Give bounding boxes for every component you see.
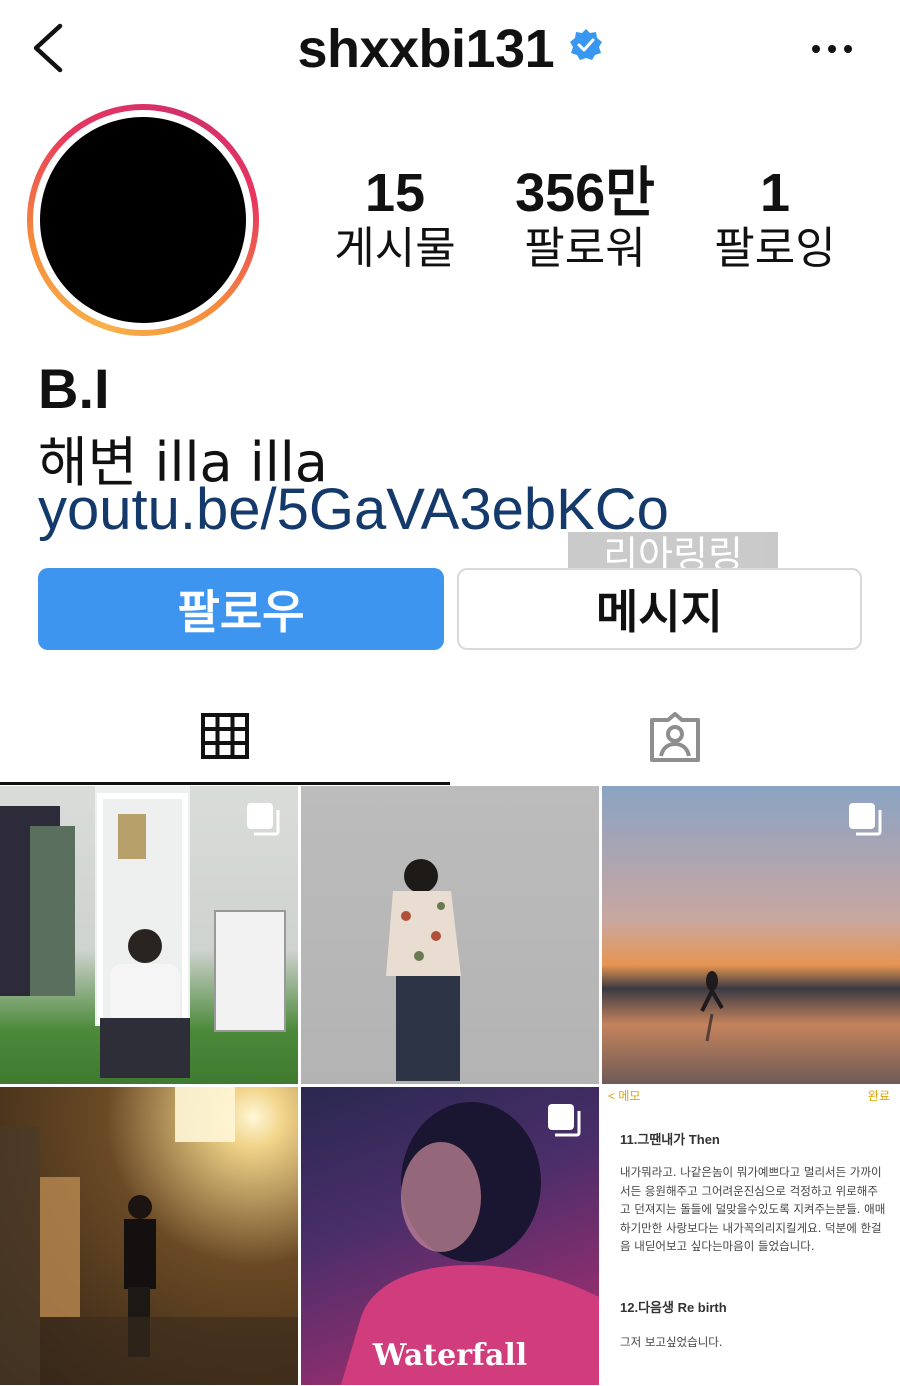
multiple-posts-icon [849,803,882,836]
stat-followers-count: 356만 [515,163,655,223]
post-image [386,859,461,1081]
follow-button[interactable]: 팔로우 [38,568,444,650]
tab-posts-grid[interactable] [0,690,450,785]
stat-posts-label: 게시물 [334,223,456,274]
stat-following-label: 팔로잉 [714,223,836,274]
post-thumbnail[interactable] [0,1087,298,1385]
profile-stats: 15 게시물 356만 팔로워 1 팔로잉 [300,165,870,277]
stat-posts-count: 15 [364,163,426,223]
memo-back: < 메모 [608,1089,641,1103]
story-ring[interactable] [27,104,259,336]
post-image [0,1087,298,1385]
post-thumbnail[interactable]: < 메모 완료 11.그땐내가 Then 내가뭐라고. 나같은놈이 뭐가예쁘다고… [602,1087,900,1385]
username-title: shxxbi131 [297,19,555,79]
memo-done: 완료 [867,1089,890,1103]
post-thumbnail[interactable]: Waterfall [301,1087,599,1385]
stat-posts[interactable]: 15 게시물 [310,165,480,277]
album-title: Waterfall [372,1338,528,1373]
tagged-person-icon [650,711,700,762]
stat-following-count: 1 [759,163,791,223]
stat-following[interactable]: 1 팔로잉 [690,165,860,277]
memo-title: 11.그땐내가 Then [620,1132,720,1147]
post-thumbnail[interactable] [301,786,599,1084]
profile-name: B.I [38,357,110,420]
memo-body-2: 그저 보고싶었습니다. [620,1335,723,1349]
more-horizontal-icon[interactable] [808,34,856,64]
profile-tabs [0,690,900,785]
tab-tagged[interactable] [450,690,900,785]
posts-grid: Waterfall < 메모 완료 11.그땐내가 Then 내가뭐라고. 나같… [0,786,900,1386]
post-thumbnail[interactable] [0,786,298,1084]
multiple-posts-icon [548,1104,581,1137]
profile-header: shxxbi131 [0,0,900,100]
memo-title-2: 12.다음생 Re birth [620,1300,727,1315]
stat-followers-label: 팔로워 [524,223,646,274]
verified-badge-icon [569,29,602,60]
grid-icon [201,713,249,759]
header-title: shxxbi131 [0,18,900,80]
message-button[interactable]: 메시지 [457,568,862,650]
avatar[interactable] [40,117,246,323]
post-thumbnail[interactable] [602,786,900,1084]
memo-body: 내가뭐라고. 나같은놈이 뭐가예쁘다고 멀리서든 가까이서든 응원해주고 그어려… [620,1165,886,1253]
memo-toolbar: < 메모 완료 [602,1087,900,1105]
stat-followers[interactable]: 356만 팔로워 [500,165,670,277]
multiple-posts-icon [247,803,280,836]
